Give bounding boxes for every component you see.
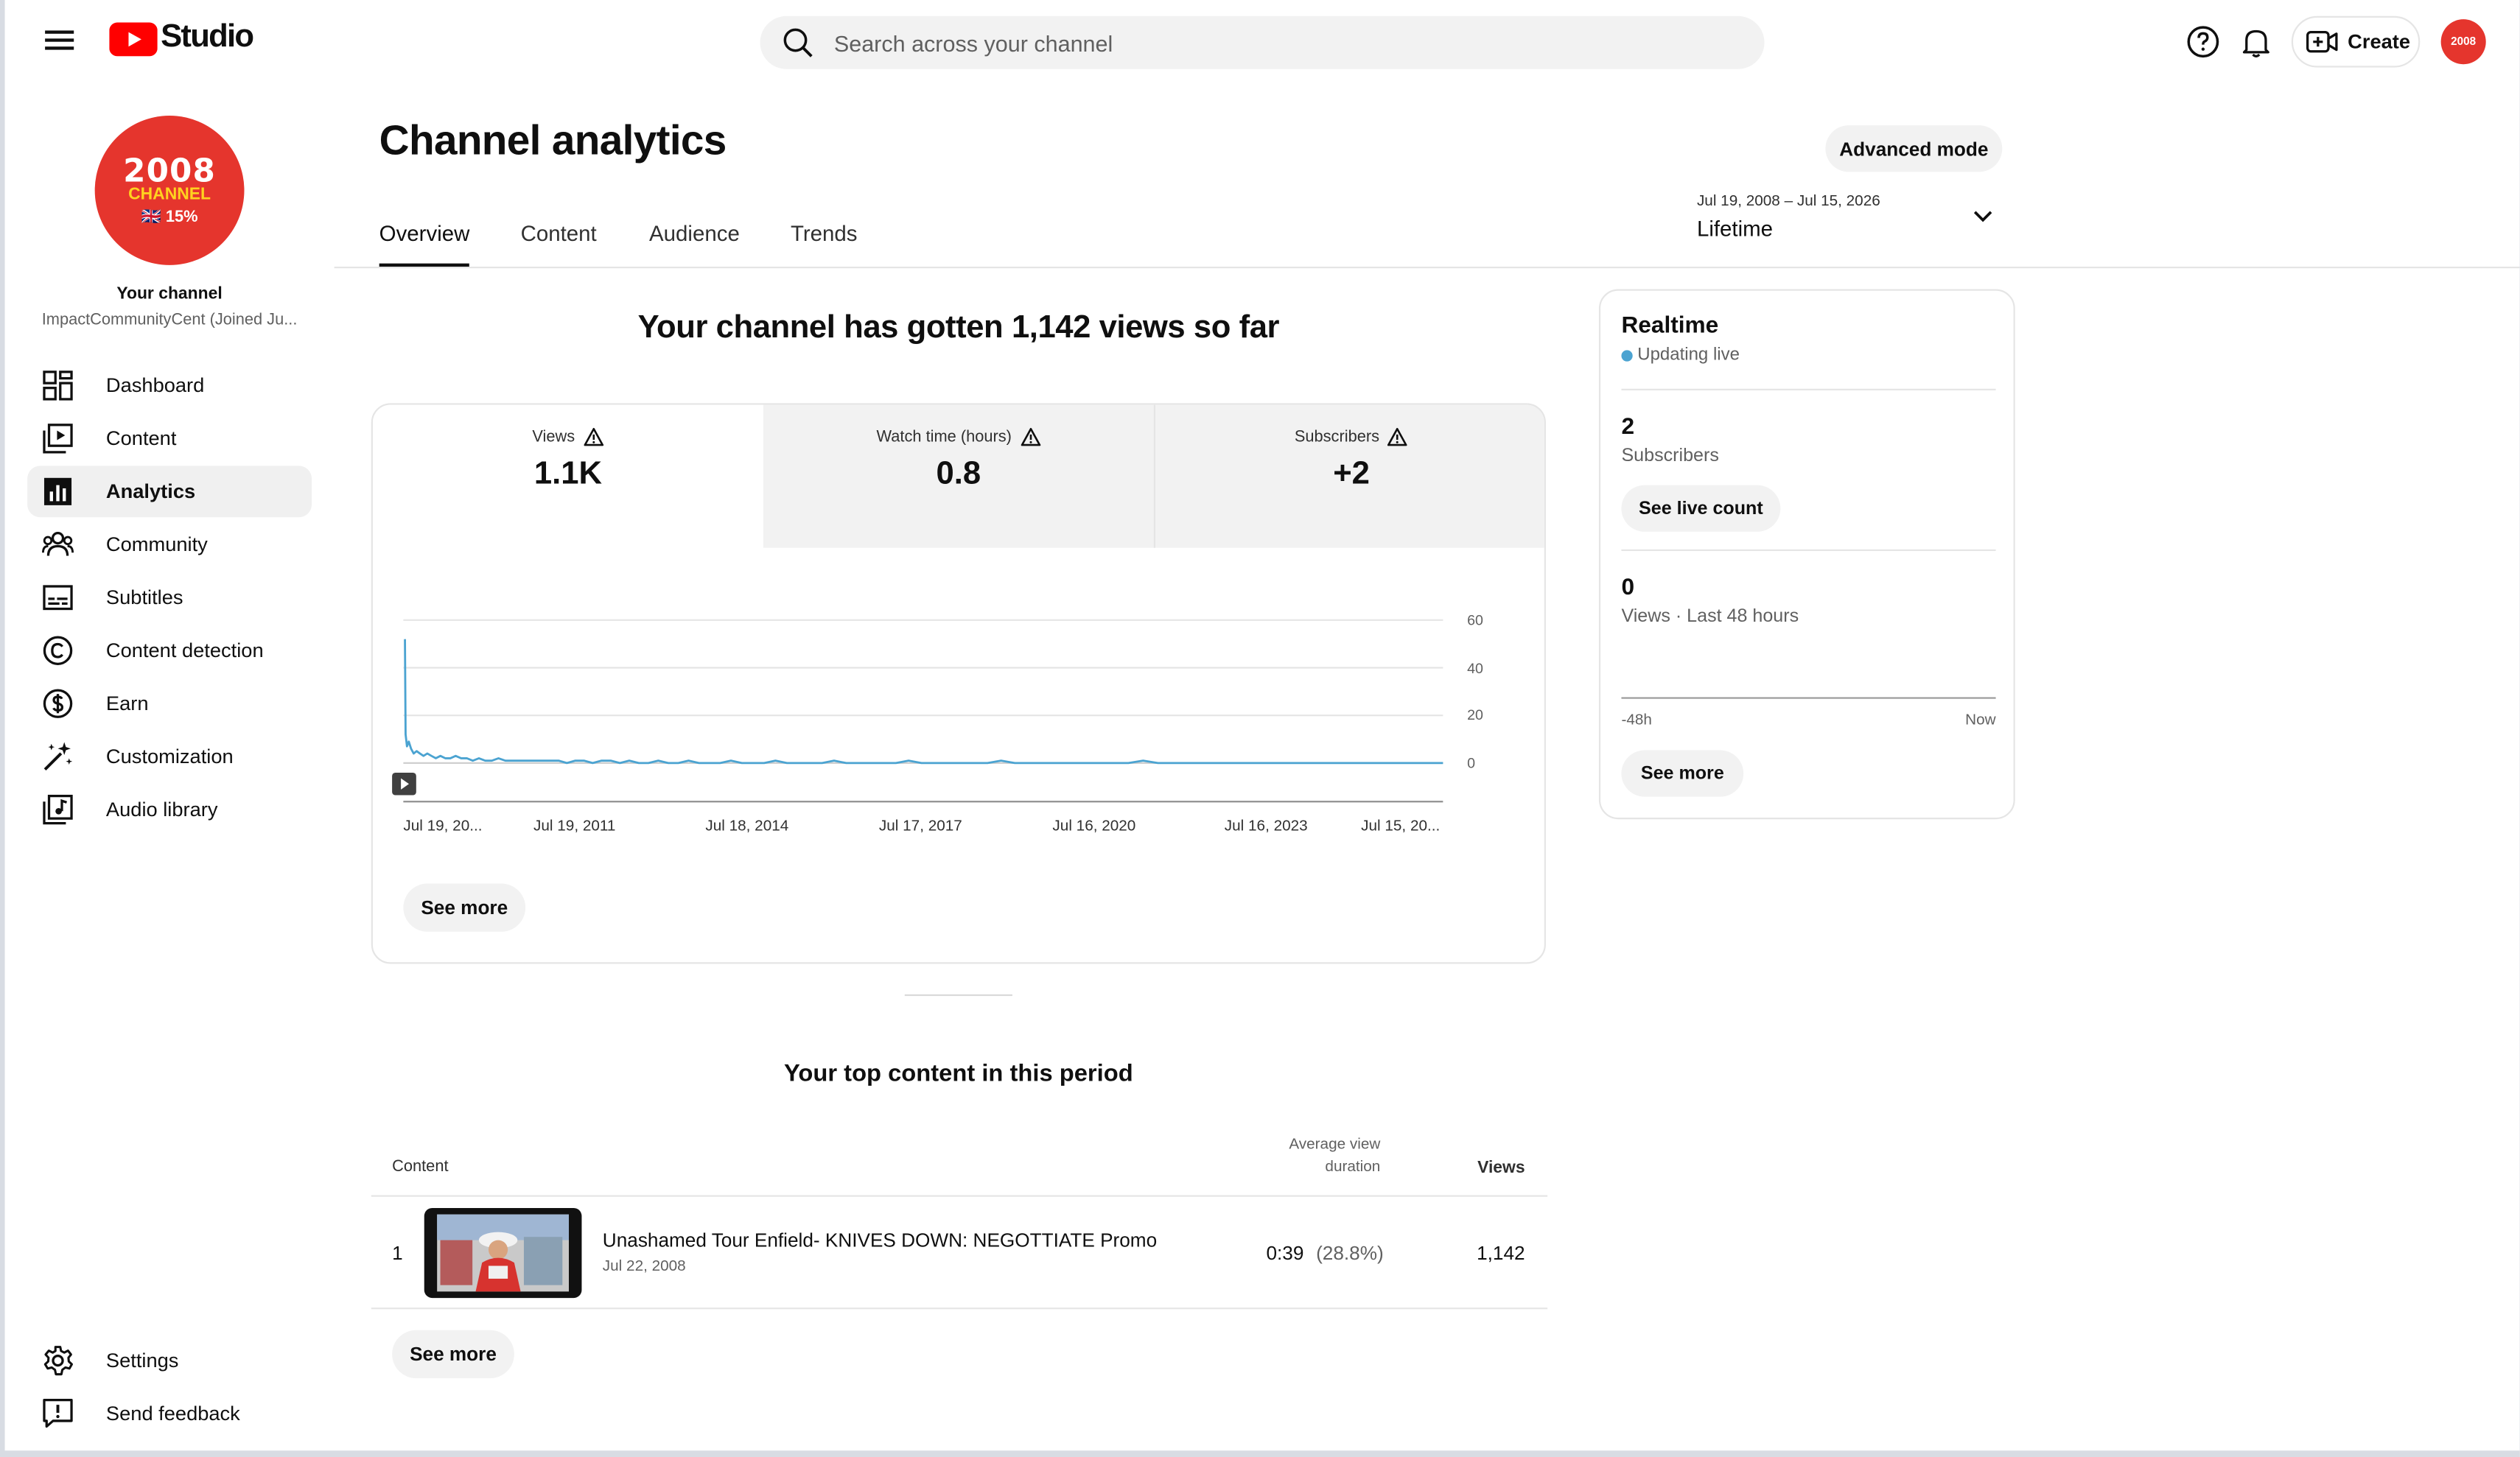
section-divider xyxy=(904,994,1012,997)
date-range-picker[interactable]: Jul 19, 2008 – Jul 15, 2026 Lifetime xyxy=(1697,186,2010,250)
realtime-axis-start: -48h xyxy=(1621,712,1652,730)
realtime-subscribers-value: 2 xyxy=(1621,414,1635,440)
video-thumbnail[interactable] xyxy=(424,1207,582,1299)
average-view-percentage: (28.8%) xyxy=(1316,1241,1384,1265)
see-live-count-button[interactable]: See live count xyxy=(1621,485,1781,532)
create-button[interactable]: Create xyxy=(2291,15,2421,68)
table-divider xyxy=(371,1307,1548,1310)
realtime-axis-end: Now xyxy=(1965,712,1996,730)
sidebar-item-label: Send feedback xyxy=(105,1402,240,1425)
realtime-subscribers-label: Subscribers xyxy=(1621,446,1719,466)
x-tick-label: Jul 15, 20... xyxy=(1361,818,1441,836)
gear-icon xyxy=(42,1344,74,1377)
average-view-duration: 0:39 xyxy=(1266,1241,1304,1265)
feedback-icon xyxy=(42,1397,74,1430)
table-row[interactable]: 1 Unashamed Tour Enfield- KNIVES DOWN: N… xyxy=(371,1197,1547,1307)
realtime-card: Realtime Updating live 2 Subscribers See… xyxy=(1598,289,2015,820)
date-range-text: Jul 19, 2008 – Jul 15, 2026 xyxy=(1696,192,1880,211)
views-line-chart xyxy=(403,619,1443,803)
y-tick-label: 60 xyxy=(1467,611,1483,628)
column-header-content[interactable]: Content xyxy=(392,1158,448,1176)
realtime-title: Realtime xyxy=(1621,313,1719,340)
y-tick-label: 40 xyxy=(1467,660,1483,677)
column-header-views[interactable]: Views xyxy=(1429,1158,1525,1177)
date-preset-text: Lifetime xyxy=(1696,217,1774,242)
x-tick-label: Jul 16, 2020 xyxy=(1052,818,1136,836)
x-tick-label: Jul 19, 2011 xyxy=(533,818,616,836)
y-tick-label: 20 xyxy=(1467,706,1483,723)
x-tick-label: Jul 18, 2014 xyxy=(705,818,789,836)
realtime-views-value: 0 xyxy=(1621,575,1635,601)
x-tick-label: Jul 17, 2017 xyxy=(878,818,962,836)
realtime-status: Updating live xyxy=(1637,345,1740,365)
x-tick-label: Jul 16, 2023 xyxy=(1224,818,1308,836)
row-rank: 1 xyxy=(392,1241,403,1265)
top-content-see-more-button[interactable]: See more xyxy=(392,1330,514,1379)
views-series-line[interactable] xyxy=(404,639,1443,765)
help-icon[interactable] xyxy=(2185,24,2221,60)
realtime-divider xyxy=(1621,388,1996,390)
advanced-mode-button[interactable]: Advanced mode xyxy=(1825,125,2003,172)
realtime-chart-axis xyxy=(1621,697,1996,699)
video-views: 1,142 xyxy=(1477,1241,1525,1265)
realtime-see-more-button[interactable]: See more xyxy=(1621,750,1744,797)
realtime-views-label: Views · Last 48 hours xyxy=(1621,607,1799,627)
create-label: Create xyxy=(2348,30,2411,53)
y-tick-label: 0 xyxy=(1467,754,1476,771)
account-avatar[interactable]: 2008 xyxy=(2440,19,2486,65)
x-tick-label: Jul 19, 20... xyxy=(403,818,483,836)
video-date: Jul 22, 2008 xyxy=(602,1257,686,1276)
realtime-divider xyxy=(1621,549,1996,552)
notifications-bell-icon[interactable] xyxy=(2239,24,2274,60)
live-dot-icon xyxy=(1621,350,1633,362)
video-publish-marker-icon[interactable] xyxy=(392,772,416,796)
column-header-average-view-duration[interactable]: Average view duration xyxy=(1252,1134,1380,1179)
top-content-title: Your top content in this period xyxy=(783,1060,1133,1088)
video-camera-add-icon xyxy=(2306,29,2338,55)
sidebar-item-send-feedback[interactable]: Send feedback xyxy=(27,1388,312,1439)
sidebar-item-settings[interactable]: Settings xyxy=(27,1335,312,1386)
chevron-down-icon xyxy=(1972,209,1995,225)
studio-app: Studio Create 2008 2008 CHANNEL 🇬🇧 xyxy=(0,0,2520,1457)
sidebar-item-label: Settings xyxy=(105,1349,179,1372)
video-title[interactable]: Unashamed Tour Enfield- KNIVES DOWN: NEG… xyxy=(603,1229,1157,1251)
overview-see-more-button[interactable]: See more xyxy=(403,883,526,932)
